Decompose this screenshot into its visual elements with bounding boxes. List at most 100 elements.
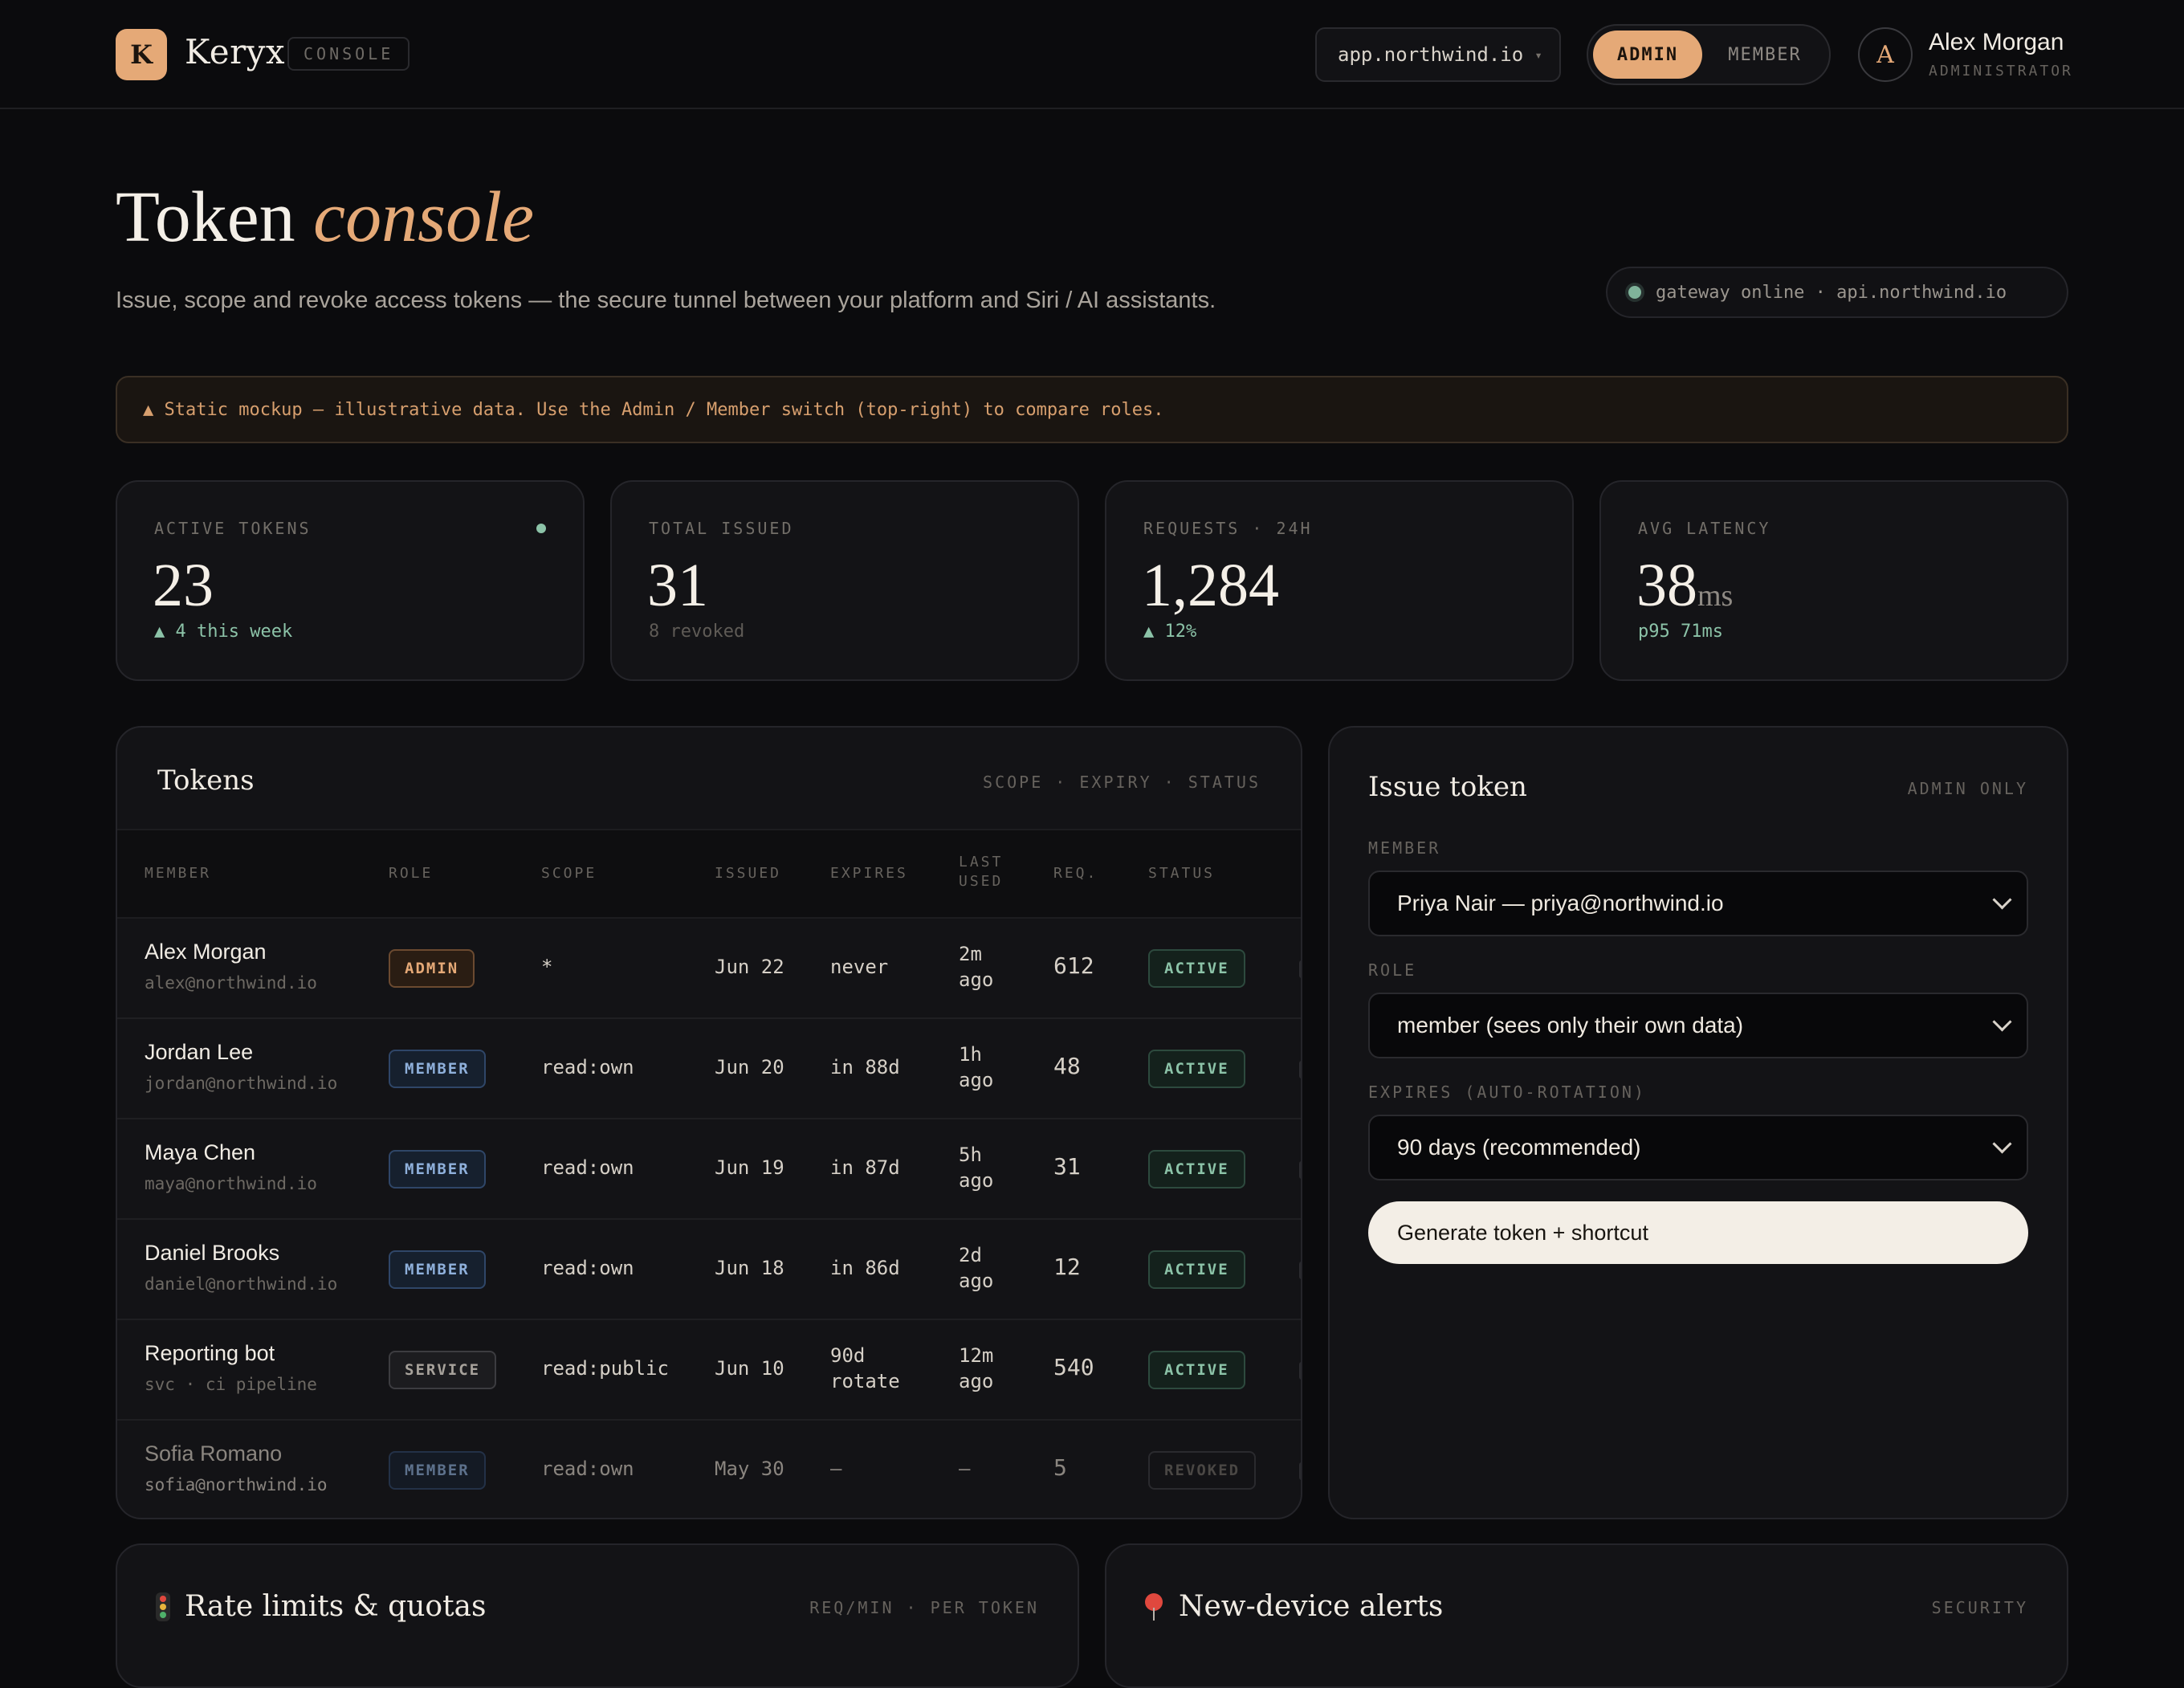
row-action-handle[interactable] <box>1299 1061 1301 1078</box>
chevron-down-icon: ▾ <box>1534 47 1542 63</box>
member-name: Jordan Lee <box>145 1040 254 1064</box>
request-count: 5 <box>1053 1454 1067 1481</box>
request-count: 31 <box>1053 1153 1081 1180</box>
role-badge: MEMBER <box>389 1250 486 1289</box>
stat-value: 1,284 <box>1142 552 1279 619</box>
stat-foot: 8 revoked <box>649 622 745 642</box>
column-header[interactable]: SCOPE <box>541 864 597 883</box>
rate-limits-heading: Rate limits & quotas <box>156 1590 486 1623</box>
user-name: Alex Morgan <box>1929 29 2064 55</box>
tokens-card: Tokens SCOPE · EXPIRY · STATUS MEMBER RO… <box>116 726 1302 1519</box>
role-select-value: member (sees only their own data) <box>1397 1013 1744 1038</box>
request-count: 612 <box>1053 952 1094 979</box>
last-used-value: 2d ago <box>959 1244 994 1293</box>
expires-value: in 88d <box>830 1056 900 1078</box>
member-email: maya@northwind.io <box>145 1174 317 1193</box>
column-header[interactable]: LAST USED <box>959 853 1015 892</box>
role-badge: MEMBER <box>389 1451 486 1490</box>
last-used-value: 2m ago <box>959 943 994 992</box>
column-header[interactable]: ISSUED <box>715 864 781 883</box>
brand-logo[interactable]: K <box>116 29 167 80</box>
stat-value: 38ms <box>1636 552 1734 619</box>
column-header[interactable]: ROLE <box>389 864 433 883</box>
rate-limits-meta: REQ/MIN · PER TOKEN <box>809 1598 1039 1617</box>
page-subtitle: Issue, scope and revoke access tokens — … <box>116 287 1216 313</box>
workspace-select[interactable]: app.northwind.io ▾ <box>1315 27 1561 82</box>
status-badge: ACTIVE <box>1148 1150 1245 1189</box>
member-name: Reporting bot <box>145 1341 275 1365</box>
role-badge: SERVICE <box>389 1351 497 1389</box>
avatar[interactable]: A <box>1858 27 1913 82</box>
member-name: Daniel Brooks <box>145 1241 280 1265</box>
admin-only-label: ADMIN ONLY <box>1907 779 2028 798</box>
scope-value: * <box>541 956 553 978</box>
table-row[interactable]: Reporting bot svc · ci pipeline SERVICE … <box>117 1320 1301 1421</box>
expires-select-value: 90 days (recommended) <box>1397 1135 1641 1160</box>
role-badge: ADMIN <box>389 949 475 988</box>
row-action-handle[interactable] <box>1299 1161 1301 1179</box>
member-email: sofia@northwind.io <box>145 1475 328 1494</box>
alerts-heading: New-device alerts <box>1145 1590 1443 1623</box>
row-action-handle[interactable] <box>1299 960 1301 978</box>
row-action-handle[interactable] <box>1299 1262 1301 1279</box>
tokens-meta: SCOPE · EXPIRY · STATUS <box>983 773 1261 792</box>
stat-value: 23 <box>153 552 214 619</box>
mockup-notice: ▲ Static mockup — illustrative data. Use… <box>116 376 2068 443</box>
generate-token-button[interactable]: Generate token + shortcut <box>1368 1201 2028 1264</box>
alerts-meta: SECURITY <box>1931 1598 2028 1617</box>
role-admin-option[interactable]: ADMIN <box>1593 31 1702 79</box>
brand-name[interactable]: Keryx <box>185 32 285 71</box>
issue-token-card: Issue token ADMIN ONLY MEMBER Priya Nair… <box>1328 726 2068 1519</box>
last-used-value: 1h ago <box>959 1043 994 1092</box>
column-header[interactable]: REQ. <box>1053 864 1098 883</box>
member-name: Maya Chen <box>145 1140 256 1164</box>
scope-value: read:public <box>541 1357 669 1380</box>
stat-requests: REQUESTS · 24H 1,284 ▲ 12% <box>1105 480 1574 681</box>
page-title-main: Token <box>116 177 295 257</box>
page-title: Token console <box>116 181 534 254</box>
row-action-handle[interactable] <box>1299 1462 1301 1480</box>
table-row[interactable]: Alex Morgan alex@northwind.io ADMIN * Ju… <box>117 919 1301 1019</box>
workspace-value: app.northwind.io <box>1338 43 1524 66</box>
member-email: svc · ci pipeline <box>145 1375 317 1394</box>
console-badge: CONSOLE <box>287 37 410 71</box>
member-label: MEMBER <box>1368 838 1441 858</box>
request-count: 540 <box>1053 1354 1094 1380</box>
row-action-handle[interactable] <box>1299 1362 1301 1380</box>
expires-label: EXPIRES (AUTO-ROTATION) <box>1368 1083 1646 1102</box>
stat-value: 31 <box>647 552 708 619</box>
table-row[interactable]: Jordan Lee jordan@northwind.io MEMBER re… <box>117 1019 1301 1119</box>
column-header[interactable]: STATUS <box>1148 864 1215 883</box>
column-header[interactable]: MEMBER <box>145 864 211 883</box>
table-row[interactable]: Sofia Romano sofia@northwind.io MEMBER r… <box>117 1421 1301 1518</box>
issued-value: Jun 18 <box>715 1257 784 1279</box>
role-member-option[interactable]: MEMBER <box>1709 31 1821 79</box>
status-badge: ACTIVE <box>1148 949 1245 988</box>
role-label: ROLE <box>1368 960 1417 980</box>
status-badge: REVOKED <box>1148 1451 1257 1490</box>
expires-select[interactable]: 90 days (recommended) <box>1368 1115 2028 1180</box>
stat-foot: ▲ 12% <box>1143 622 1197 642</box>
column-header[interactable]: EXPIRES <box>830 864 908 883</box>
issued-value: Jun 10 <box>715 1357 784 1380</box>
stat-avg-latency: AVG LATENCY 38ms p95 71ms <box>1599 480 2068 681</box>
member-name: Sofia Romano <box>145 1441 283 1466</box>
status-badge: ACTIVE <box>1148 1250 1245 1289</box>
issued-value: Jun 20 <box>715 1056 784 1078</box>
role-badge: MEMBER <box>389 1150 486 1189</box>
member-select-value: Priya Nair — priya@northwind.io <box>1397 891 1724 915</box>
new-device-alerts-card: New-device alerts SECURITY <box>1105 1543 2068 1688</box>
stat-foot: ▲ 4 this week <box>154 622 293 642</box>
rate-limits-title: Rate limits & quotas <box>185 1590 487 1623</box>
scope-value: read:own <box>541 1257 634 1279</box>
member-email: daniel@northwind.io <box>145 1274 338 1294</box>
member-select[interactable]: Priya Nair — priya@northwind.io <box>1368 871 2028 936</box>
expires-value: — <box>830 1458 842 1480</box>
stat-label: TOTAL ISSUED <box>649 519 794 538</box>
table-header: MEMBER ROLE SCOPE ISSUED EXPIRES LAST US… <box>117 829 1301 919</box>
role-switch: ADMIN MEMBER <box>1587 24 1831 85</box>
stat-label: REQUESTS · 24H <box>1143 519 1313 538</box>
table-row[interactable]: Daniel Brooks daniel@northwind.io MEMBER… <box>117 1220 1301 1320</box>
role-select[interactable]: member (sees only their own data) <box>1368 993 2028 1058</box>
table-row[interactable]: Maya Chen maya@northwind.io MEMBER read:… <box>117 1119 1301 1220</box>
